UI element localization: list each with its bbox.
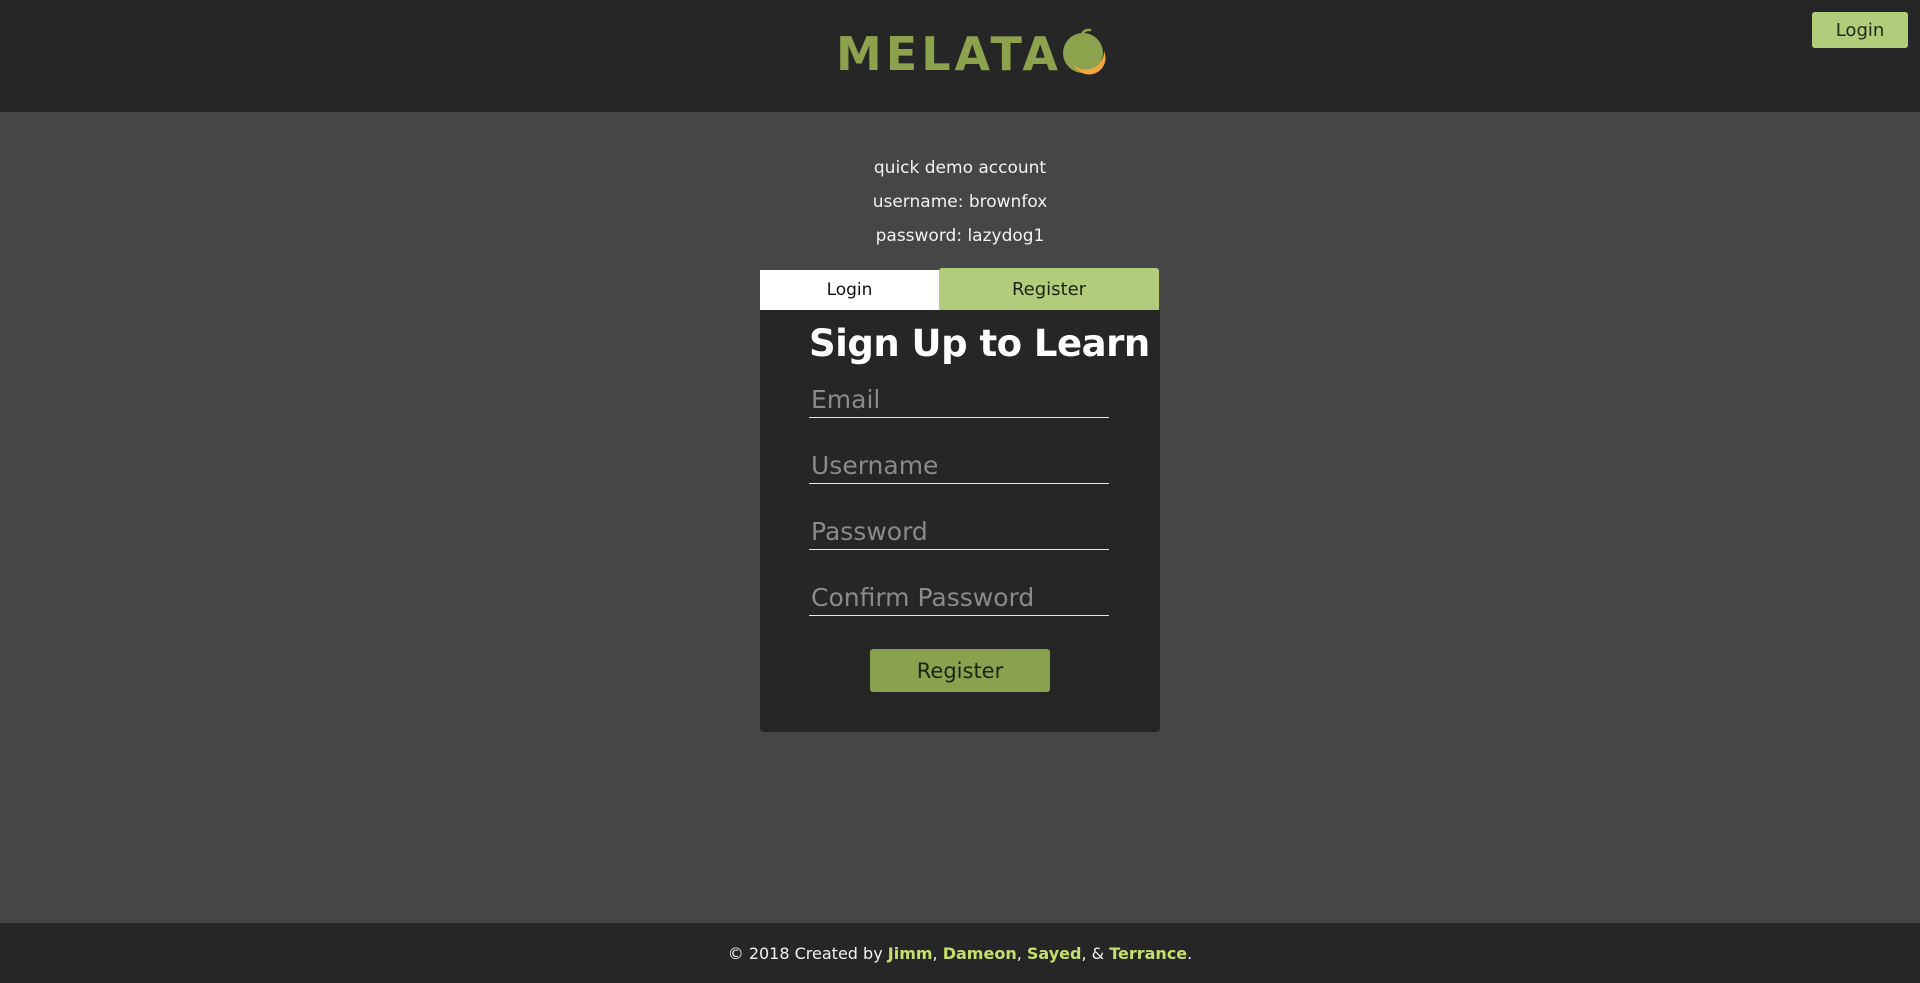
top-navbar: MELATA Login (0, 0, 1920, 112)
email-field[interactable] (809, 382, 1109, 418)
footer: © 2018 Created by Jimm, Dameon, Sayed, &… (0, 923, 1920, 983)
footer-separator: , (932, 943, 938, 963)
footer-separator: , (1016, 943, 1022, 963)
demo-password: password: lazydog1 (875, 226, 1045, 246)
author-link-sayed[interactable]: Sayed (1027, 944, 1082, 963)
username-field[interactable] (809, 448, 1109, 484)
author-link-jimm[interactable]: Jimm (888, 944, 933, 963)
password-field[interactable] (809, 514, 1109, 550)
footer-suffix: . (1187, 943, 1193, 963)
logo-text: MELATA (836, 27, 1062, 81)
demo-username: username: brownfox (872, 192, 1048, 212)
confirm-password-field[interactable] (809, 580, 1109, 616)
footer-credit: © 2018 Created by Jimm, Dameon, Sayed, &… (728, 944, 1193, 963)
register-submit-button[interactable]: Register (870, 649, 1050, 692)
footer-prefix: © 2018 Created by (727, 943, 883, 963)
author-link-dameon[interactable]: Dameon (943, 944, 1017, 963)
tab-register[interactable]: Register (939, 268, 1159, 310)
register-panel: Sign Up to Learn Register (760, 310, 1160, 732)
melata-logo[interactable]: MELATA (836, 28, 1110, 80)
melon-fruit-icon (1062, 28, 1106, 75)
footer-separator: , & (1081, 943, 1105, 963)
auth-tabs: Login Register (760, 268, 1160, 310)
demo-account-heading: quick demo account (873, 158, 1047, 178)
form-title: Sign Up to Learn (809, 322, 1150, 365)
tab-login[interactable]: Login (760, 270, 939, 310)
author-link-terrance[interactable]: Terrance (1109, 944, 1187, 963)
nav-login-button[interactable]: Login (1812, 12, 1908, 48)
